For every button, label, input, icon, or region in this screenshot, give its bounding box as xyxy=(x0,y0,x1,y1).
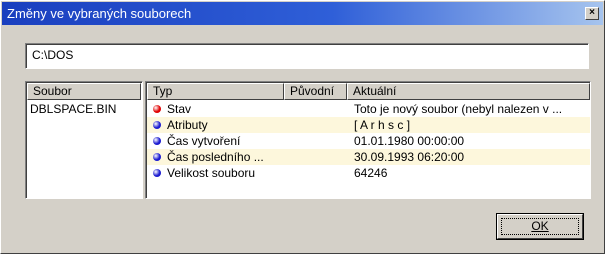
status-dot-icon xyxy=(153,137,161,145)
window-title: Změny ve vybraných souborech xyxy=(7,6,192,21)
file-list[interactable]: Soubor DBLSPACE.BIN xyxy=(25,81,143,199)
close-icon: × xyxy=(589,7,595,18)
property-name: Čas posledního ... xyxy=(167,150,264,164)
property-name: Čas vytvoření xyxy=(167,134,241,148)
column-header-puvodni[interactable]: Původní xyxy=(284,83,347,100)
path-display: C:\DOS xyxy=(25,43,589,69)
list-item[interactable]: DBLSPACE.BIN xyxy=(30,102,116,116)
property-current-value: 01.01.1980 00:00:00 xyxy=(354,134,465,148)
property-name: Velikost souboru xyxy=(167,166,256,180)
ok-button[interactable]: OK xyxy=(497,214,583,239)
dialog-window: Změny ve vybraných souborech × C:\DOS So… xyxy=(0,0,605,254)
status-dot-icon xyxy=(153,169,161,177)
title-bar[interactable]: Změny ve vybraných souborech × xyxy=(2,2,603,25)
property-name: Atributy xyxy=(167,118,208,132)
ok-button-label: OK xyxy=(531,219,549,233)
status-dot-icon xyxy=(153,105,161,113)
column-header-typ[interactable]: Typ xyxy=(147,83,284,100)
property-current-value: [ A r h s c ] xyxy=(354,118,411,132)
table-row[interactable]: Velikost souboru 64246 xyxy=(147,165,590,181)
table-row[interactable]: Stav Toto je nový soubor (nebyl nalezen … xyxy=(147,101,590,117)
property-name: Stav xyxy=(167,102,192,116)
column-header-soubor[interactable]: Soubor xyxy=(27,83,141,100)
status-dot-icon xyxy=(153,153,161,161)
status-dot-icon xyxy=(153,121,161,129)
table-row[interactable]: Čas vytvoření 01.01.1980 00:00:00 xyxy=(147,133,590,149)
property-list[interactable]: Typ Původní Aktuální Stav Toto je nový s… xyxy=(145,81,591,199)
close-button[interactable]: × xyxy=(585,7,599,20)
property-current-value: 30.09.1993 06:20:00 xyxy=(354,150,465,164)
table-row[interactable]: Čas posledního ... 30.09.1993 06:20:00 xyxy=(147,149,590,165)
table-row[interactable]: Atributy [ A r h s c ] xyxy=(147,117,590,133)
property-current-value: Toto je nový soubor (nebyl nalezen v ... xyxy=(354,102,563,116)
column-header-aktualni[interactable]: Aktuální xyxy=(347,83,590,100)
property-current-value: 64246 xyxy=(354,166,388,180)
